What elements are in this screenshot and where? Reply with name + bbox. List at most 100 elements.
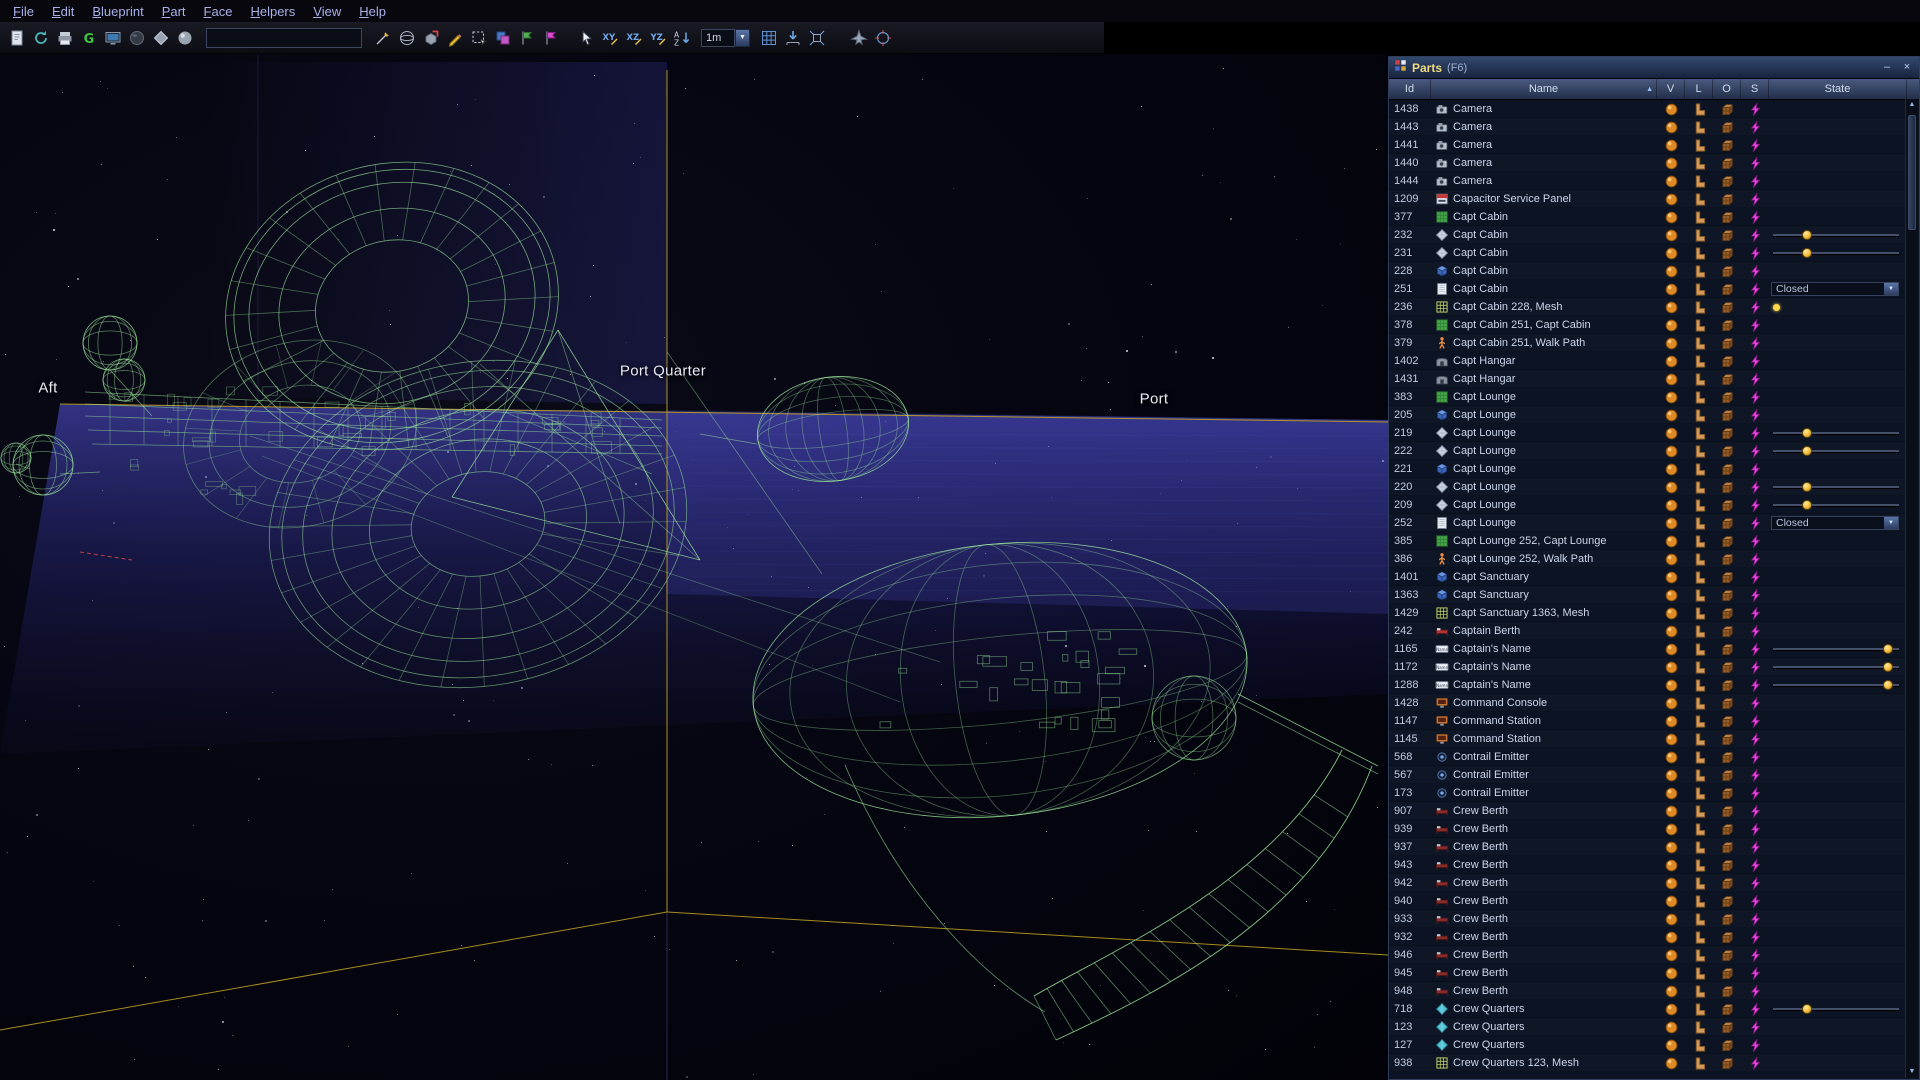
visibility-ball-icon[interactable] xyxy=(1657,948,1685,963)
bolt-icon[interactable] xyxy=(1741,426,1769,441)
lock-block-icon[interactable] xyxy=(1685,624,1713,639)
lock-block-icon[interactable] xyxy=(1685,858,1713,873)
menu-edit[interactable]: Edit xyxy=(43,2,83,21)
part-row[interactable]: 1401Capt Sanctuary xyxy=(1389,568,1907,586)
bolt-icon[interactable] xyxy=(1741,696,1769,711)
visibility-ball-icon[interactable] xyxy=(1657,534,1685,549)
bolt-icon[interactable] xyxy=(1741,858,1769,873)
crate-icon[interactable] xyxy=(1713,282,1741,297)
lock-block-icon[interactable] xyxy=(1685,156,1713,171)
state-slider[interactable] xyxy=(1773,661,1899,673)
lock-block-icon[interactable] xyxy=(1685,1020,1713,1035)
plane-xz-button[interactable]: XZ xyxy=(623,27,645,49)
bolt-icon[interactable] xyxy=(1741,1020,1769,1035)
visibility-ball-icon[interactable] xyxy=(1657,120,1685,135)
visibility-ball-icon[interactable] xyxy=(1657,1020,1685,1035)
gizmo-toggle-button[interactable] xyxy=(872,27,894,49)
lock-block-icon[interactable] xyxy=(1685,444,1713,459)
part-row[interactable]: 933Crew Berth xyxy=(1389,910,1907,928)
part-row[interactable]: 948Crew Berth xyxy=(1389,982,1907,1000)
lock-block-icon[interactable] xyxy=(1685,174,1713,189)
close-icon[interactable]: × xyxy=(1900,62,1914,73)
menu-view[interactable]: View xyxy=(304,2,350,21)
part-row[interactable]: 718Crew Quarters xyxy=(1389,1000,1907,1018)
visibility-ball-icon[interactable] xyxy=(1657,282,1685,297)
duplicate-button[interactable] xyxy=(492,27,514,49)
bolt-icon[interactable] xyxy=(1741,102,1769,117)
visibility-ball-icon[interactable] xyxy=(1657,210,1685,225)
part-row[interactable]: 1441Camera xyxy=(1389,136,1907,154)
menu-file[interactable]: File xyxy=(4,2,43,21)
crate-icon[interactable] xyxy=(1713,300,1741,315)
crate-icon[interactable] xyxy=(1713,534,1741,549)
lock-block-icon[interactable] xyxy=(1685,804,1713,819)
lock-block-icon[interactable] xyxy=(1685,732,1713,747)
part-row[interactable]: 1438Camera xyxy=(1389,100,1907,118)
draw-sphere-button[interactable] xyxy=(396,27,418,49)
lock-block-icon[interactable] xyxy=(1685,552,1713,567)
visibility-ball-icon[interactable] xyxy=(1657,840,1685,855)
crate-icon[interactable] xyxy=(1713,390,1741,405)
lock-block-icon[interactable] xyxy=(1685,966,1713,981)
lock-block-icon[interactable] xyxy=(1685,876,1713,891)
crate-icon[interactable] xyxy=(1713,840,1741,855)
crate-icon[interactable] xyxy=(1713,462,1741,477)
part-row[interactable]: 385Capt Lounge 252, Capt Lounge xyxy=(1389,532,1907,550)
visibility-ball-icon[interactable] xyxy=(1657,354,1685,369)
state-slider[interactable] xyxy=(1773,427,1899,439)
lock-block-icon[interactable] xyxy=(1685,570,1713,585)
crate-icon[interactable] xyxy=(1713,228,1741,243)
plane-xy-button[interactable]: XY xyxy=(599,27,621,49)
bolt-icon[interactable] xyxy=(1741,192,1769,207)
part-row[interactable]: 231Capt Cabin xyxy=(1389,244,1907,262)
part-row[interactable]: 222Capt Lounge xyxy=(1389,442,1907,460)
lock-block-icon[interactable] xyxy=(1685,660,1713,675)
part-row[interactable]: 1440Camera xyxy=(1389,154,1907,172)
bolt-icon[interactable] xyxy=(1741,156,1769,171)
render-mode-wireframe-button[interactable] xyxy=(126,27,148,49)
lock-block-icon[interactable] xyxy=(1685,1056,1713,1071)
part-row[interactable]: 383Capt Lounge xyxy=(1389,388,1907,406)
extrude-button[interactable] xyxy=(420,27,442,49)
lock-block-icon[interactable] xyxy=(1685,912,1713,927)
dropdown-arrow-icon[interactable]: ▼ xyxy=(1884,283,1898,295)
part-row[interactable]: 932Crew Berth xyxy=(1389,928,1907,946)
visibility-ball-icon[interactable] xyxy=(1657,642,1685,657)
part-row[interactable]: 228Capt Cabin xyxy=(1389,262,1907,280)
bolt-icon[interactable] xyxy=(1741,516,1769,531)
dropdown-arrow-icon[interactable]: ▼ xyxy=(735,29,750,47)
part-row[interactable]: 1165NameCaptain's Name xyxy=(1389,640,1907,658)
lock-block-icon[interactable] xyxy=(1685,426,1713,441)
visibility-ball-icon[interactable] xyxy=(1657,894,1685,909)
lock-block-icon[interactable] xyxy=(1685,372,1713,387)
ship-view-button[interactable] xyxy=(848,27,870,49)
crate-icon[interactable] xyxy=(1713,102,1741,117)
crate-icon[interactable] xyxy=(1713,354,1741,369)
column-header-o[interactable]: O xyxy=(1713,79,1741,99)
slider-knob[interactable] xyxy=(1802,1004,1812,1014)
lock-block-icon[interactable] xyxy=(1685,786,1713,801)
state-slider[interactable] xyxy=(1773,481,1899,493)
visibility-ball-icon[interactable] xyxy=(1657,552,1685,567)
part-row[interactable]: 568Contrail Emitter xyxy=(1389,748,1907,766)
lock-block-icon[interactable] xyxy=(1685,264,1713,279)
visibility-ball-icon[interactable] xyxy=(1657,786,1685,801)
lock-block-icon[interactable] xyxy=(1685,282,1713,297)
part-row[interactable]: 939Crew Berth xyxy=(1389,820,1907,838)
state-slider[interactable] xyxy=(1773,229,1899,241)
lock-block-icon[interactable] xyxy=(1685,894,1713,909)
select-cursor-button[interactable] xyxy=(575,27,597,49)
lock-block-icon[interactable] xyxy=(1685,102,1713,117)
slider-knob[interactable] xyxy=(1802,482,1812,492)
visibility-ball-icon[interactable] xyxy=(1657,822,1685,837)
part-row[interactable]: 1444Camera xyxy=(1389,172,1907,190)
state-slider[interactable] xyxy=(1773,679,1899,691)
slider-knob[interactable] xyxy=(1802,500,1812,510)
part-row[interactable]: 251Capt CabinClosed▼ xyxy=(1389,280,1907,298)
visibility-ball-icon[interactable] xyxy=(1657,714,1685,729)
crate-icon[interactable] xyxy=(1713,138,1741,153)
bolt-icon[interactable] xyxy=(1741,498,1769,513)
bolt-icon[interactable] xyxy=(1741,570,1769,585)
visibility-ball-icon[interactable] xyxy=(1657,696,1685,711)
part-row[interactable]: 1402Capt Hangar xyxy=(1389,352,1907,370)
